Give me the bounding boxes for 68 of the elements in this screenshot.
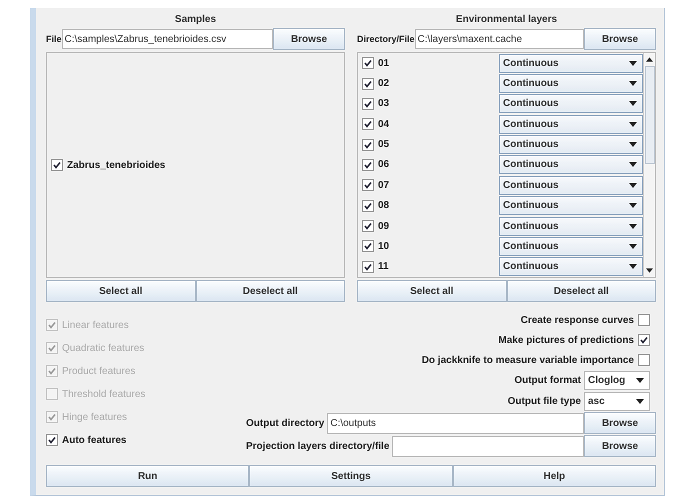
format-dropdown[interactable]: Cloglog — [584, 371, 650, 390]
caret-icon — [629, 101, 637, 106]
path-field[interactable] — [392, 436, 584, 456]
type-dropdown[interactable]: Continuous — [499, 135, 643, 154]
caret-icon — [629, 203, 637, 208]
format-dropdown[interactable]: asc — [584, 392, 650, 411]
caret-icon — [629, 142, 637, 148]
caret-icon — [629, 162, 637, 168]
caret-icon — [629, 244, 637, 249]
select-label: Output file type — [508, 396, 581, 407]
scrollbar[interactable] — [643, 53, 655, 277]
type-dropdown[interactable]: Continuous — [499, 155, 643, 174]
select-button[interactable]: Select all — [46, 280, 196, 302]
type-dropdown[interactable]: Continuous — [499, 114, 643, 134]
field-label: Output directory — [246, 418, 326, 428]
option-checkbox[interactable]: Do jackknife to measure variable importance — [422, 350, 650, 370]
layer-checkbox[interactable]: 01 — [358, 57, 499, 70]
select-label: Output format — [514, 375, 581, 386]
type-dropdown[interactable]: Continuous — [499, 257, 643, 276]
layer-checkbox[interactable]: 11 — [358, 260, 499, 273]
caret-icon — [636, 378, 644, 383]
feature-checkbox[interactable]: Auto features — [46, 434, 246, 446]
browse-button[interactable]: Browse — [584, 435, 656, 457]
path-field[interactable]: C:\outputs — [327, 412, 584, 434]
directory-field[interactable]: C:\layers\maxent.cache — [414, 29, 584, 49]
layer-checkbox[interactable]: 07 — [358, 179, 499, 192]
scroll-up-icon[interactable] — [646, 57, 653, 62]
panel-title: Environmental layers — [456, 13, 558, 27]
type-dropdown[interactable]: Continuous — [499, 74, 643, 94]
layer-checkbox[interactable]: 05 — [358, 138, 499, 151]
type-dropdown[interactable]: Continuous — [499, 54, 643, 73]
select-button[interactable]: Deselect all — [196, 280, 345, 302]
field-label: File — [46, 34, 62, 44]
type-dropdown[interactable]: Continuous — [499, 94, 643, 114]
file-field[interactable]: C:\samples\Zabrus_tenebrioides.csv — [62, 29, 273, 49]
layer-checkbox[interactable]: 02 — [358, 78, 499, 90]
caret-icon — [629, 122, 637, 127]
layer-checkbox[interactable]: 06 — [358, 158, 499, 171]
type-dropdown[interactable]: Continuous — [499, 176, 643, 195]
field-label: Projection layers directory/file — [246, 440, 390, 452]
caret-icon — [629, 81, 637, 86]
species-checkbox[interactable]: Zabrus_tenebrioides — [51, 159, 166, 171]
layer-checkbox[interactable]: 08 — [358, 200, 499, 212]
type-dropdown[interactable]: Continuous — [499, 236, 643, 256]
layer-checkbox[interactable]: 09 — [358, 220, 499, 232]
caret-icon — [629, 60, 637, 66]
action-button[interactable]: Run — [46, 465, 250, 487]
browse-button[interactable]: Browse — [273, 28, 345, 50]
panel-title: Samples — [174, 13, 216, 27]
caret-icon — [629, 182, 637, 188]
caret-icon — [629, 224, 637, 229]
option-checkbox[interactable]: Make pictures of predictions — [498, 330, 650, 350]
option-checkbox[interactable]: Create response curves — [520, 310, 650, 330]
action-button[interactable]: Help — [452, 465, 656, 487]
type-dropdown[interactable]: Continuous — [499, 216, 643, 236]
layer-checkbox[interactable]: 03 — [358, 98, 499, 110]
type-dropdown[interactable]: Continuous — [499, 196, 643, 216]
caret-icon — [629, 264, 637, 270]
layer-checkbox[interactable]: 10 — [358, 240, 499, 252]
browse-button[interactable]: Browse — [584, 28, 656, 50]
select-button[interactable]: Select all — [357, 280, 506, 302]
browse-button[interactable]: Browse — [584, 412, 656, 434]
scroll-down-icon[interactable] — [646, 268, 653, 273]
caret-icon — [636, 399, 644, 404]
layer-checkbox[interactable]: 04 — [358, 118, 499, 130]
action-button[interactable]: Settings — [249, 465, 453, 487]
select-button[interactable]: Deselect all — [506, 280, 656, 302]
field-label: Directory/File — [357, 34, 415, 44]
